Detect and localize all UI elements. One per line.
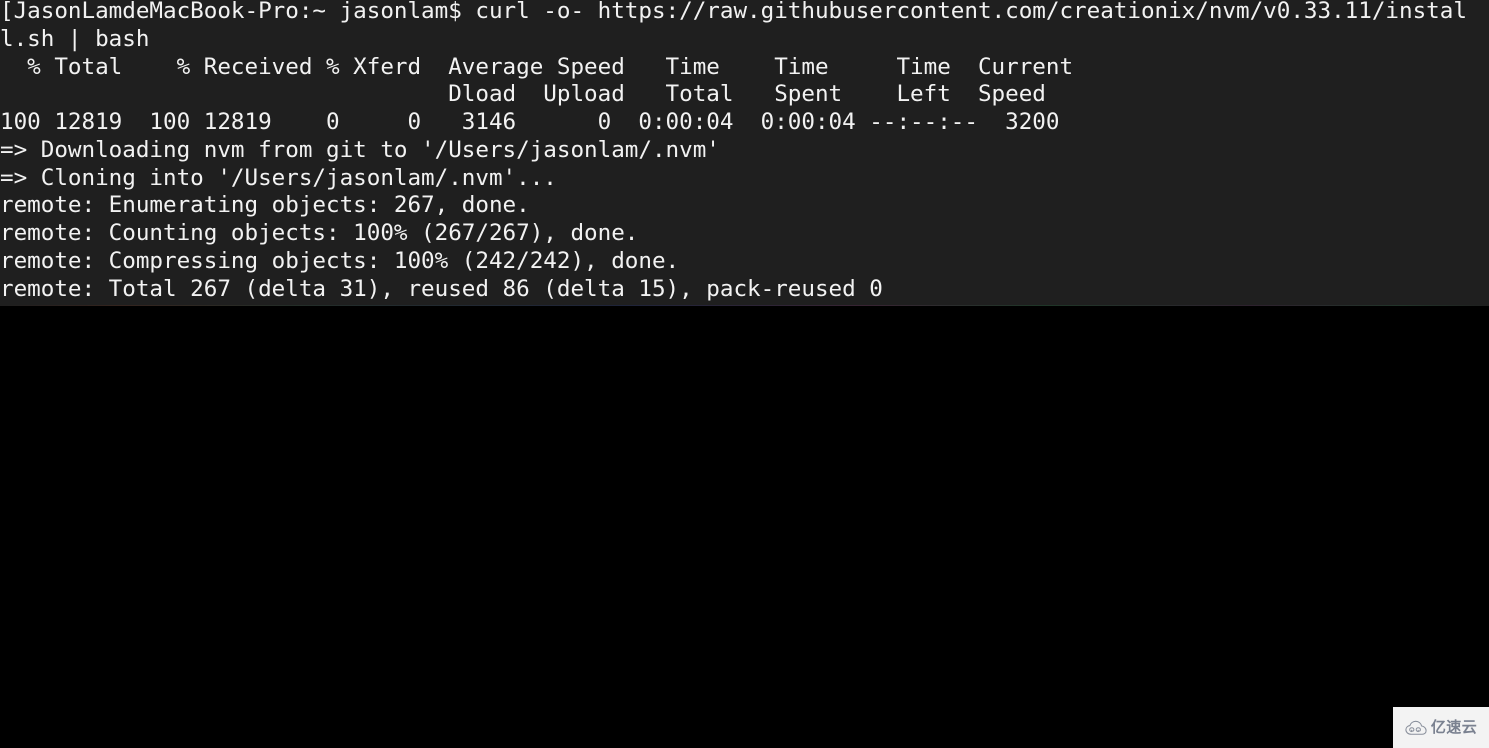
terminal-line: 100 12819 100 12819 0 0 3146 0 0:00:04 0…	[0, 109, 1060, 135]
terminal-line: % Total % Received % Xferd Average Speed…	[0, 53, 1074, 80]
terminal-line: => Cloning into '/Users/jasonlam/.nvm'..…	[0, 164, 557, 191]
terminal-line: remote: Compressing objects: 100% (242/2…	[0, 247, 680, 274]
watermark: 亿速云	[1393, 707, 1489, 748]
terminal-line: l.sh | bash	[0, 25, 150, 52]
terminal-window[interactable]: [JasonLamdeMacBook-Pro:~ jasonlam$ curl …	[0, 0, 1489, 306]
empty-black-area	[0, 306, 1489, 748]
terminal-line: [JasonLamdeMacBook-Pro:~ jasonlam$ curl …	[0, 0, 1467, 24]
terminal-line: => Downloading nvm from git to '/Users/j…	[0, 136, 720, 163]
terminal-line: remote: Total 267 (delta 31), reused 86 …	[0, 275, 883, 302]
terminal-line: remote: Enumerating objects: 267, done.	[0, 192, 530, 219]
terminal-output[interactable]: [JasonLamdeMacBook-Pro:~ jasonlam$ curl …	[0, 0, 1489, 303]
terminal-line: remote: Counting objects: 100% (267/267)…	[0, 220, 639, 246]
screen: [JasonLamdeMacBook-Pro:~ jasonlam$ curl …	[0, 0, 1489, 748]
terminal-line: Dload Upload Total Spent Left Speed	[0, 81, 1046, 108]
cloud-icon	[1405, 720, 1427, 735]
watermark-text: 亿速云	[1430, 718, 1478, 736]
